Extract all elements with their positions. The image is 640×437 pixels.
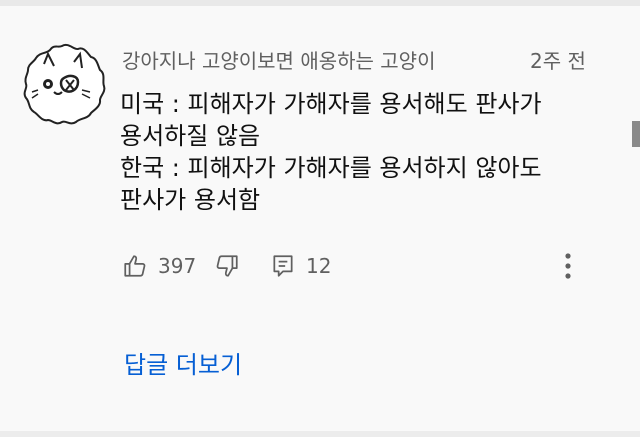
reply-button[interactable]: 12 [270,248,331,284]
thumbs-up-icon [124,255,146,277]
cat-avatar-icon [23,43,106,125]
scrollbar-thumb[interactable] [632,121,640,147]
comment-body: 미국 : 피해자가 가해자를 용서해도 판사가 용서하질 않음 한국 : 피해자… [120,88,620,216]
comment-author[interactable]: 강아지나 고양이보면 애옹하는 고양이 [122,46,435,76]
comment-line: 한국 : 피해자가 가해자를 용서하지 않아도 [120,154,542,182]
reply-count: 12 [306,254,332,278]
more-actions-button[interactable] [556,248,580,284]
like-button[interactable]: 397 [122,248,196,284]
top-divider [0,0,640,6]
view-replies-link[interactable]: 답글 더보기 [124,348,242,382]
dislike-button[interactable] [214,248,240,284]
comment-header: 강아지나 고양이보면 애옹하는 고양이 2주 전 [122,46,622,78]
comment-line: 용서하질 않음 [120,122,261,150]
more-vertical-icon [565,253,571,279]
comment-actions: 397 12 [118,248,618,284]
reply-comment-icon [273,255,293,277]
comment-line: 미국 : 피해자가 가해자를 용서해도 판사가 [120,90,542,118]
comment-line: 판사가 용서함 [120,186,261,214]
like-count: 397 [158,254,197,278]
bottom-divider [0,431,640,437]
comment-time: 2주 전 [530,49,586,73]
thumbs-down-icon [216,255,238,277]
avatar[interactable] [18,40,106,128]
